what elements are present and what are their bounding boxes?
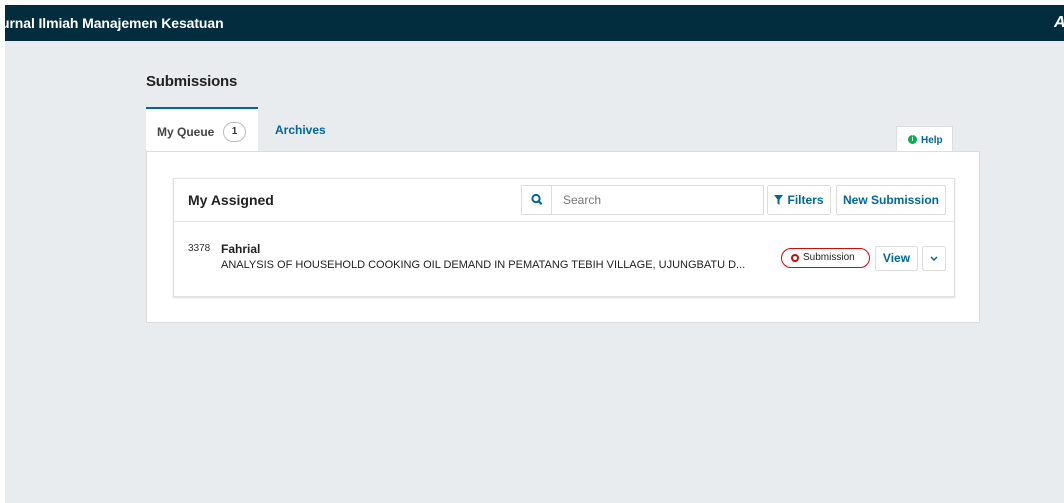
stage-label: Submission (803, 252, 855, 263)
submission-id: 3378 (188, 243, 211, 254)
filter-icon (774, 187, 784, 215)
list-header: My Assigned Filters (174, 179, 954, 222)
search-icon[interactable] (522, 186, 552, 214)
journal-title[interactable]: urnal Ilmiah Manajemen Kesatuan (5, 15, 224, 31)
list-title: My Assigned (188, 192, 274, 208)
stage-ring-icon (791, 254, 799, 262)
view-button[interactable]: View (875, 246, 918, 271)
tab-panel: My Assigned Filters (146, 151, 980, 323)
help-button[interactable]: i Help (896, 126, 953, 152)
page-title: Submissions (146, 73, 238, 90)
filters-button[interactable]: Filters (767, 185, 831, 215)
help-label: Help (921, 135, 943, 146)
tab-label: My Queue (157, 125, 215, 139)
tab-label: Archives (275, 123, 326, 137)
tab-archives[interactable]: Archives (274, 107, 344, 152)
submissions-list-panel: My Assigned Filters (173, 178, 955, 297)
filters-label: Filters (787, 193, 824, 207)
app-window: urnal Ilmiah Manajemen Kesatuan A Submis… (5, 5, 1064, 503)
submission-author: Fahrial (221, 242, 261, 256)
search-input[interactable] (553, 186, 762, 214)
chevron-down-icon (923, 256, 945, 273)
tab-my-queue[interactable]: My Queue 1 (146, 107, 258, 152)
info-icon: i (908, 135, 917, 144)
user-icon[interactable]: A (1054, 14, 1064, 32)
queue-count-badge: 1 (223, 122, 246, 142)
search-box (521, 185, 764, 215)
list-item[interactable]: 3378 Fahrial ANALYSIS OF HOUSEHOLD COOKI… (174, 223, 954, 297)
expand-button[interactable] (922, 246, 946, 271)
submission-title: ANALYSIS OF HOUSEHOLD COOKING OIL DEMAND… (221, 259, 746, 271)
top-bar: urnal Ilmiah Manajemen Kesatuan A (5, 5, 1064, 41)
stage-badge: Submission (781, 248, 870, 268)
new-submission-button[interactable]: New Submission (836, 185, 946, 215)
